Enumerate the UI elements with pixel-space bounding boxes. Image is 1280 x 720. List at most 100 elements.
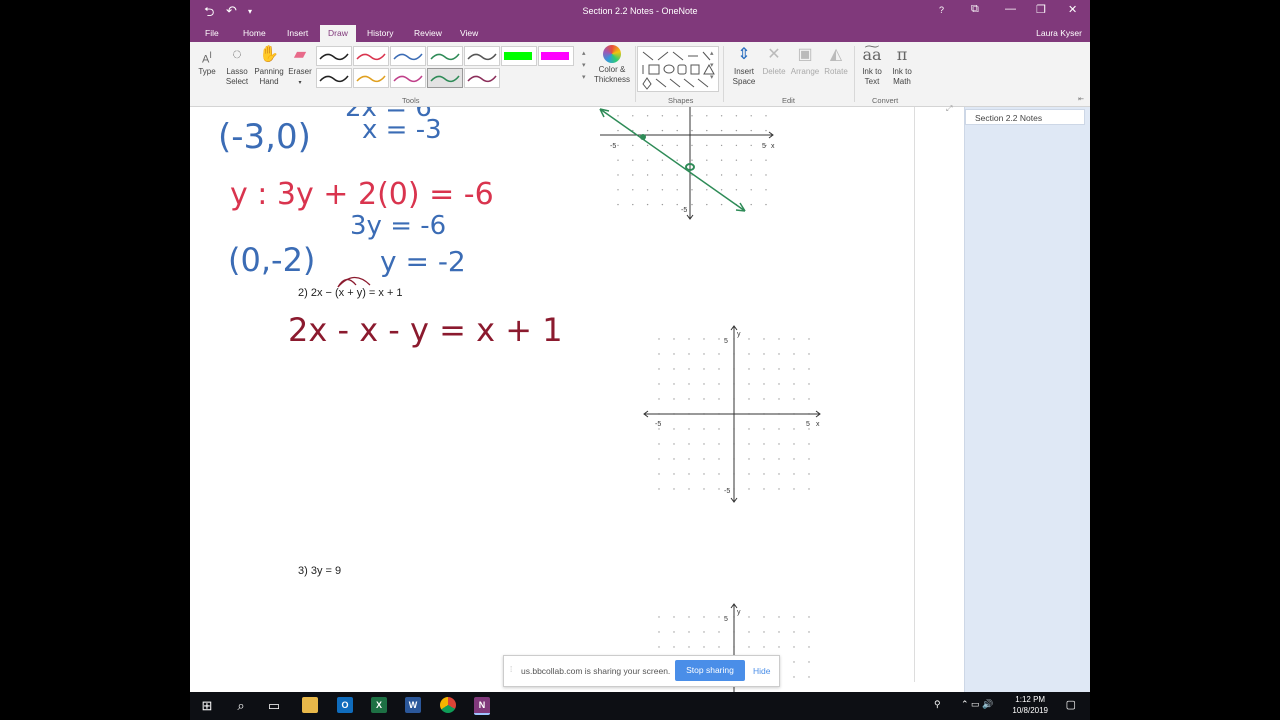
pen-9[interactable] [353, 68, 389, 88]
graph-3-y: y [737, 609, 741, 616]
grid-dot [808, 428, 810, 430]
eraser-dropdown-icon[interactable]: ▾ [298, 80, 301, 86]
panning-hand-button[interactable]: ✋ Panning Hand [253, 45, 285, 87]
grid-dot [617, 129, 619, 132]
pen-5[interactable] [464, 46, 500, 66]
tab-insert[interactable]: Insert [287, 28, 308, 38]
grid-dot [661, 203, 664, 206]
tab-view[interactable]: View [460, 28, 478, 38]
pen-12[interactable] [464, 68, 500, 88]
minimize-button[interactable]: — [1005, 3, 1016, 15]
pen-2[interactable] [353, 46, 389, 66]
lasso-select-button[interactable]: ◌ Lasso Select [223, 45, 251, 87]
arrange-button[interactable]: ▣ Arrange [789, 45, 821, 77]
page-tab-section-2-2[interactable]: Section 2.2 Notes [965, 109, 1085, 125]
pen-6[interactable] [501, 46, 537, 66]
insert-space-button[interactable]: ⇕ Insert Space [730, 45, 758, 87]
restore-button[interactable]: ❐ [1036, 3, 1046, 16]
screen-share-banner: ⁞ us.bbcollab.com is sharing your screen… [503, 655, 780, 687]
grid-dot [793, 398, 795, 400]
grid-dot [646, 159, 649, 161]
user-name[interactable]: Laura Kyser [1036, 28, 1082, 38]
people-icon[interactable]: ⚲ [934, 699, 941, 710]
stop-sharing-button[interactable]: Stop sharing [675, 660, 745, 681]
clock[interactable]: 1:12 PM 10/8/2019 [1012, 694, 1048, 716]
grid-dot [632, 174, 634, 176]
grid-dot [676, 189, 678, 191]
grid-dot [658, 383, 660, 385]
ink-to-text-label-1: Ink to [862, 67, 882, 76]
grid-dot [658, 428, 660, 430]
chrome-icon[interactable] [440, 697, 456, 713]
pen-4[interactable] [427, 46, 463, 66]
close-button[interactable]: ✕ [1068, 3, 1077, 16]
hide-button[interactable]: Hide [753, 666, 770, 676]
grid-dot [735, 174, 738, 176]
type-button[interactable]: AI Type [196, 45, 218, 77]
shapes-gallery[interactable] [637, 46, 719, 92]
grid-dot [718, 646, 720, 648]
graph-2: -5 5 x y 5 -5 [643, 325, 821, 503]
drag-handle-icon[interactable]: ⁞ [510, 665, 512, 674]
task-view-icon[interactable]: ▭ [264, 697, 284, 715]
collapse-ribbon-icon[interactable]: ⇤ [1078, 95, 1084, 103]
grid-dot [632, 189, 634, 191]
pen-8[interactable] [316, 68, 352, 88]
tray-icons[interactable]: ⌃ ▭ 🔊 [961, 699, 993, 710]
excel-icon[interactable]: X [371, 697, 387, 713]
grid-dot [808, 353, 810, 355]
grid-dot [763, 338, 765, 340]
tab-draw[interactable]: Draw [320, 25, 356, 42]
grid-dot [661, 129, 664, 132]
grid-dot [688, 338, 690, 340]
pen-gallery [316, 46, 586, 90]
eraser-button[interactable]: ▰ Eraser ▾ [288, 45, 312, 88]
grid-dot [658, 646, 660, 648]
color-thickness-button[interactable]: Color & Thickness [592, 45, 632, 85]
word-icon[interactable]: W [405, 697, 421, 713]
tab-home[interactable]: Home [243, 28, 266, 38]
search-icon[interactable]: ⌕ [231, 697, 251, 715]
delete-button[interactable]: ✕ Delete [761, 45, 787, 77]
grid-dot [718, 443, 720, 445]
pen-7[interactable] [538, 46, 574, 66]
outlook-icon[interactable]: O [337, 697, 353, 713]
pen-1[interactable] [316, 46, 352, 66]
convert-group-label: Convert [872, 96, 899, 105]
ink-to-math-button[interactable]: π Ink to Math [888, 45, 916, 87]
tab-review[interactable]: Review [414, 28, 442, 38]
grid-dot [778, 631, 780, 633]
graph-1-x: x [771, 143, 775, 150]
help-icon[interactable]: ? [939, 5, 944, 15]
pen-10[interactable] [390, 68, 426, 88]
note-page[interactable]: 2x = 6 x = -3 (-3,0) y : 3y + 2(0) = -6 … [190, 107, 915, 692]
grid-dot [748, 488, 750, 490]
onenote-icon[interactable]: N [474, 697, 490, 715]
grid-dot [720, 203, 723, 206]
ribbon-display-icon[interactable]: ⧉ [971, 3, 979, 16]
grid-dot [658, 353, 660, 355]
start-icon[interactable]: ⊞ [197, 697, 217, 715]
grid-dot [706, 129, 708, 132]
pen-3[interactable] [390, 46, 426, 66]
shapes-scroll-icon[interactable]: ▴ ▾ ▾ [710, 48, 714, 84]
file-explorer-icon[interactable] [302, 697, 318, 713]
rotate-button[interactable]: ◭ Rotate [822, 45, 850, 77]
tab-file[interactable]: File [205, 28, 219, 38]
ink-to-text-button[interactable]: a͠a Ink to Text [858, 45, 886, 87]
pen-gallery-scroll-icon[interactable]: ▴ ▾ ▾ [582, 48, 586, 84]
grid-dot [750, 129, 752, 132]
expand-page-icon[interactable]: ⤢ [946, 104, 952, 114]
grid-dot [748, 458, 750, 460]
grid-dot [706, 189, 708, 191]
grid-dot [793, 646, 795, 648]
notifications-icon[interactable]: ▢ [1066, 698, 1076, 711]
grid-dot [808, 631, 810, 633]
grid-dot [765, 115, 767, 117]
pen-11[interactable] [427, 68, 463, 88]
grid-dot [750, 115, 752, 117]
tab-history[interactable]: History [367, 28, 393, 38]
grid-dot [632, 144, 634, 147]
grid-dot [691, 129, 693, 132]
grid-dot [706, 115, 708, 117]
